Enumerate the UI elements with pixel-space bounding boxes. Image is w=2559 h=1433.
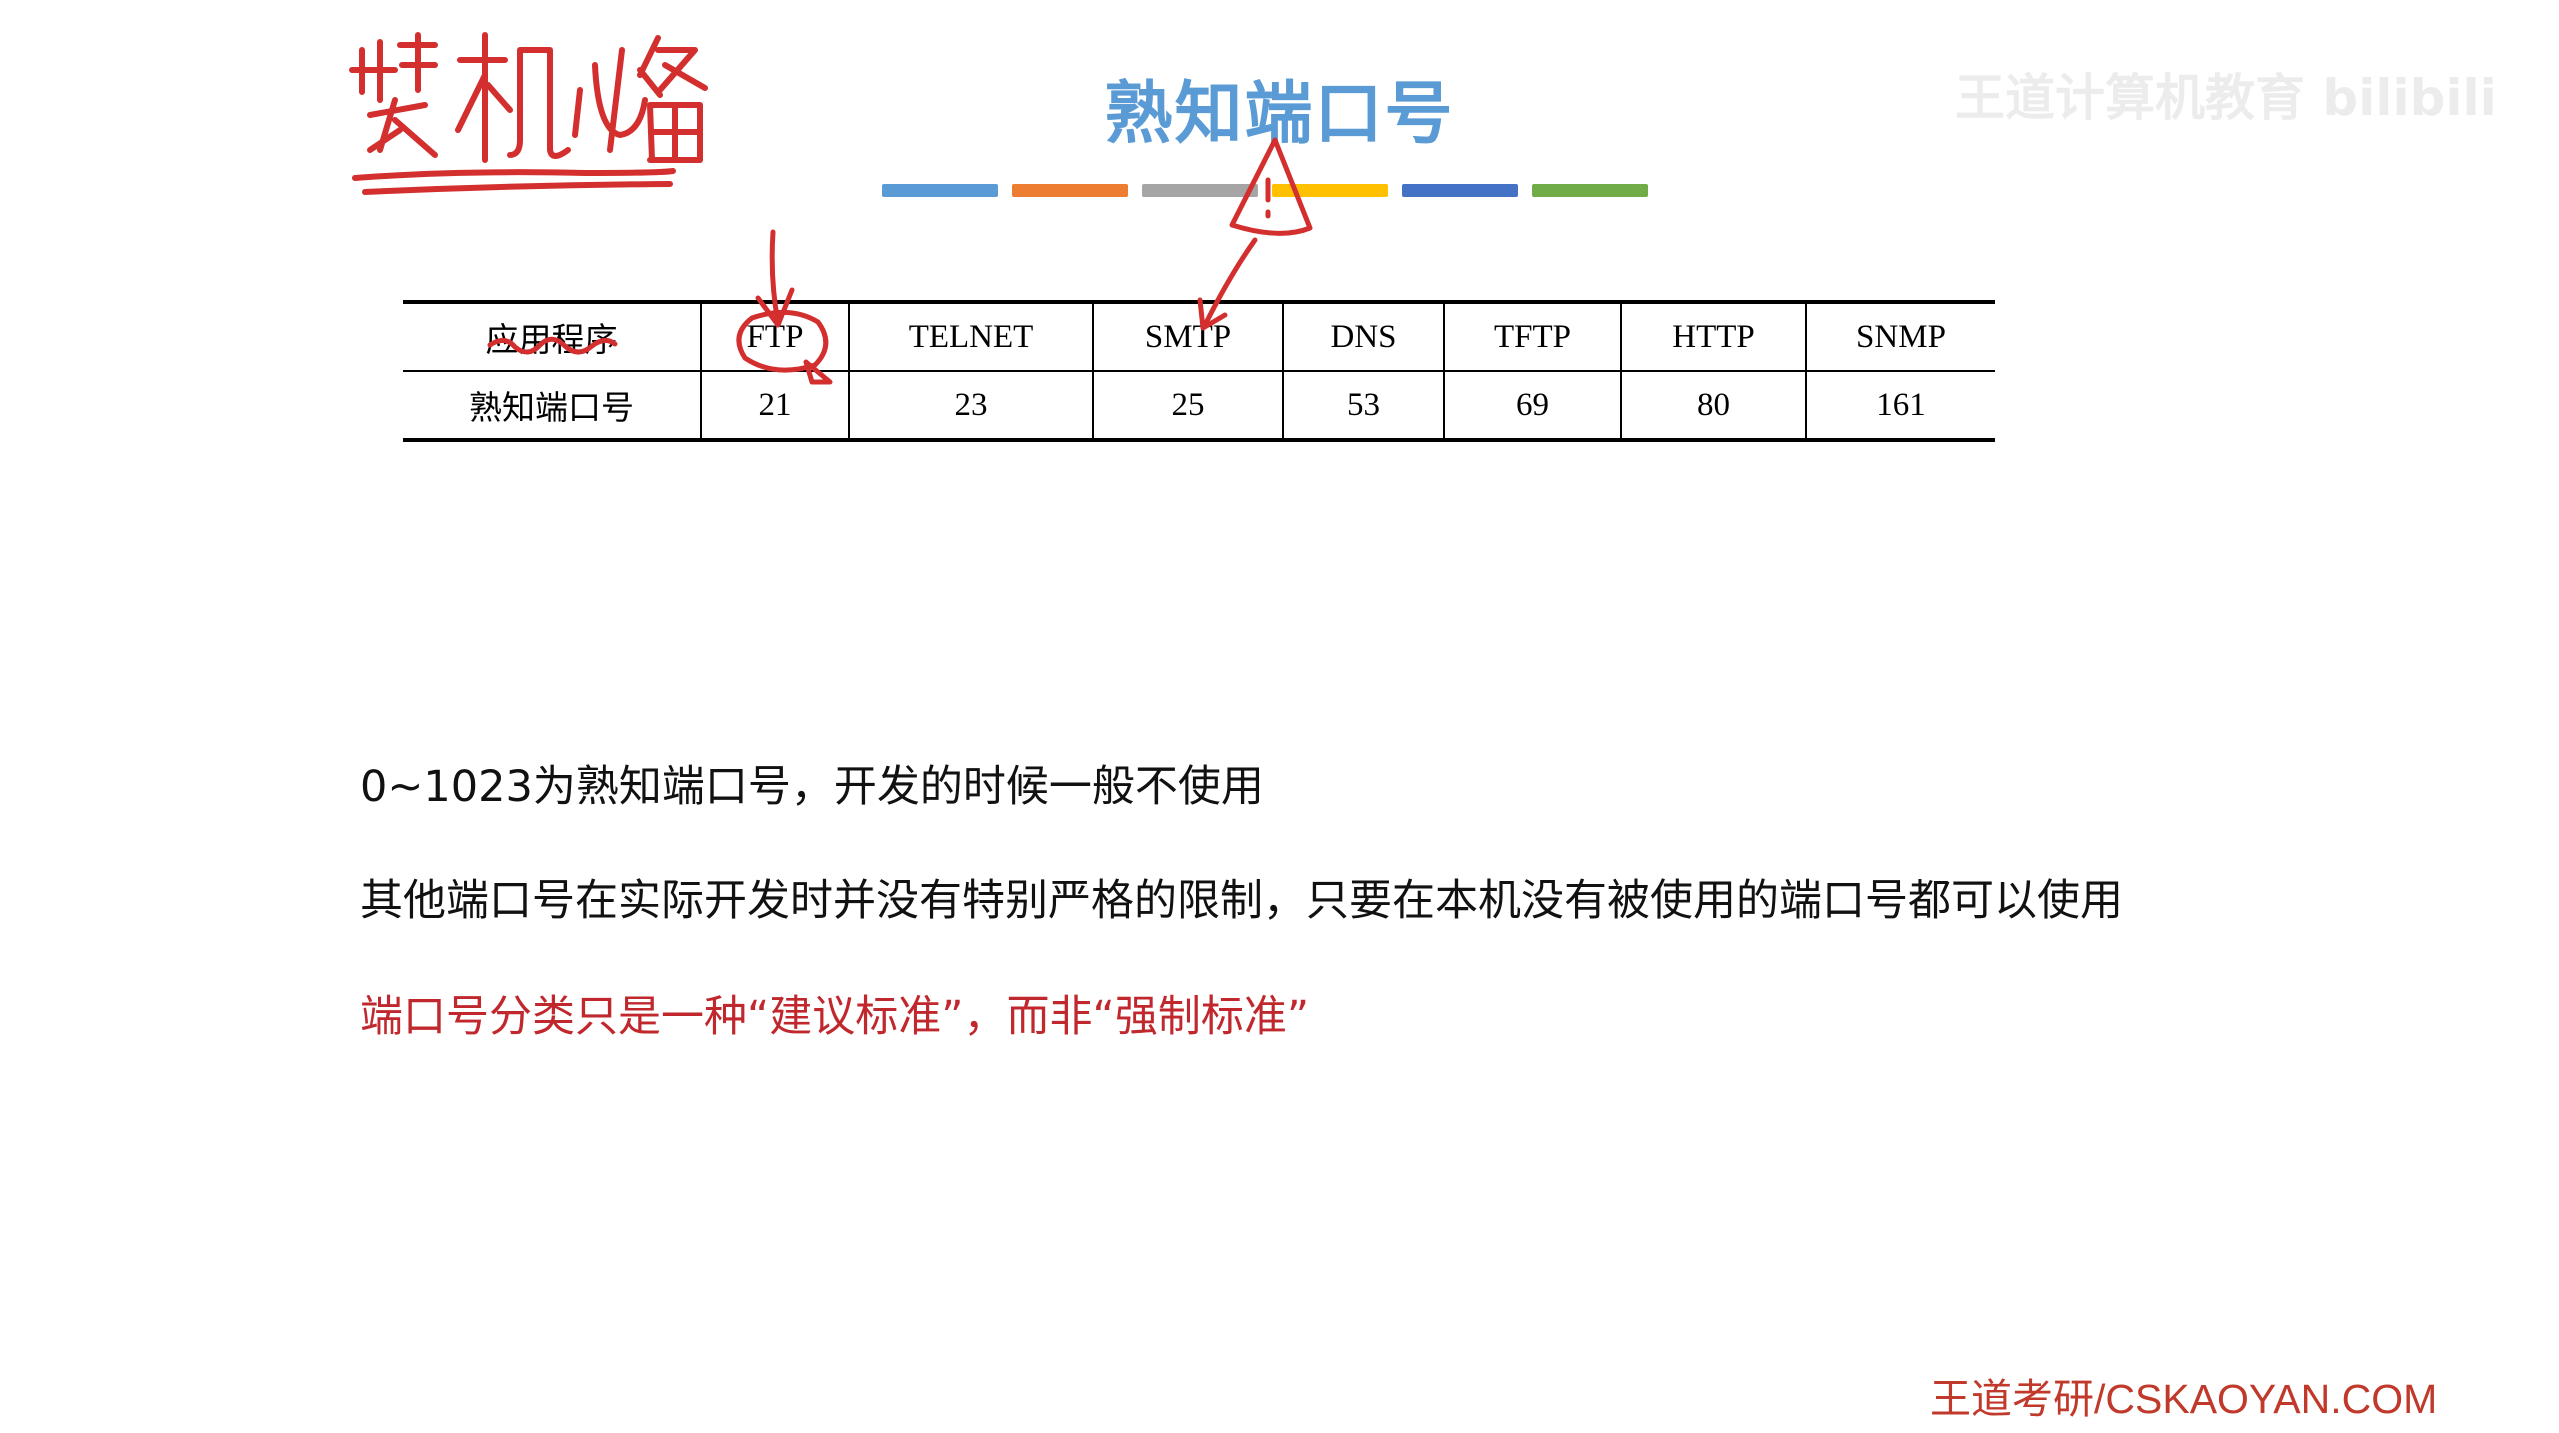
handwritten-note <box>349 32 708 195</box>
color-bar-2 <box>1012 184 1128 197</box>
note-other-ports: 其他端口号在实际开发时并没有特别严格的限制，只要在本机没有被使用的端口号都可以使… <box>360 876 2123 926</box>
table-cell: 69 <box>1443 371 1621 440</box>
table-cell: SMTP <box>1092 302 1283 372</box>
watermark: 王道计算机教育 bilibili <box>1955 69 2497 127</box>
color-bar-1 <box>882 184 998 197</box>
table-cell: 25 <box>1092 371 1283 440</box>
pen-annotations <box>487 137 1313 385</box>
table-row: 应用程序 FTP TELNET SMTP DNS TFTP HTTP SNMP <box>403 302 1995 372</box>
row-label: 应用程序 <box>403 302 701 372</box>
footer-brand: 王道考研/CSKAOYAN.COM <box>1930 1376 2438 1422</box>
table-cell: 23 <box>848 371 1093 440</box>
table-cell: 53 <box>1282 371 1444 440</box>
title-color-bars <box>882 184 1648 197</box>
table-cell: 21 <box>700 371 849 440</box>
table-cell: FTP <box>700 302 849 372</box>
table-cell: TFTP <box>1443 302 1621 372</box>
color-bar-4 <box>1272 184 1388 197</box>
note-well-known-range: 0~1023为熟知端口号，开发的时候一般不使用 <box>360 762 1264 812</box>
table-cell: SNMP <box>1805 302 1995 372</box>
table-cell: 161 <box>1805 371 1995 440</box>
row-label: 熟知端口号 <box>469 391 634 427</box>
table-cell: HTTP <box>1620 302 1806 372</box>
table-cell: TELNET <box>848 302 1093 372</box>
note-recommendation: 端口号分类只是一种“建议标准”，而非“强制标准” <box>360 992 1310 1042</box>
table-cell: DNS <box>1282 302 1444 372</box>
color-bar-3 <box>1142 184 1258 197</box>
table-cell: 80 <box>1620 371 1806 440</box>
color-bar-6 <box>1532 184 1648 197</box>
table-row: 熟知端口号 21 23 25 53 69 80 161 <box>403 371 1995 440</box>
color-bar-5 <box>1402 184 1518 197</box>
port-table: 应用程序 FTP TELNET SMTP DNS TFTP HTTP SNMP … <box>403 300 1995 442</box>
